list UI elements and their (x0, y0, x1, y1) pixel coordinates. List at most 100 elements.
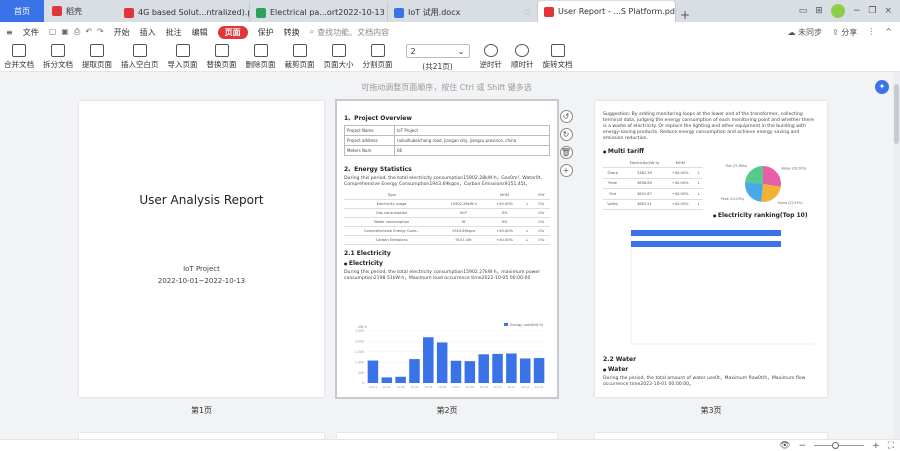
tab-home[interactable]: 首页 (0, 0, 44, 22)
share-button[interactable]: ⇪ 分享 (832, 27, 857, 38)
split-page-button[interactable]: 分割页面 (363, 42, 393, 70)
tab-doc-3[interactable]: IoT 试用.docx ♡ (388, 3, 538, 22)
menu-page[interactable]: 页面 (217, 25, 248, 39)
rotate-left-button[interactable]: 逆时针 (480, 42, 502, 70)
insert-blank-button[interactable]: 插入空白页 (121, 42, 159, 70)
tab-doc-2[interactable]: Electrical pa...ort2022-10-13 ♡ (250, 3, 388, 22)
collapse-icon[interactable]: ^ (885, 27, 892, 38)
extract-page-button[interactable]: 提取页面 (82, 42, 112, 70)
search-box[interactable]: ⌕ 查找功能、文档内容 (310, 27, 389, 38)
table-row: Sharp 3381.30 +40.00% ↓ (603, 167, 703, 179)
scrollbar-thumb[interactable] (894, 84, 899, 144)
y-tick-label: 2,500 (355, 329, 364, 333)
add-icon[interactable]: + (559, 164, 573, 177)
pie-slice (763, 166, 781, 187)
hamburger-icon[interactable]: ≡ (6, 28, 13, 37)
replace-icon (214, 44, 229, 57)
fullscreen-icon[interactable]: ⛶ (888, 441, 894, 451)
open-icon[interactable]: ▢ (49, 27, 57, 37)
table-cell: 0m³ (439, 208, 488, 218)
assistant-icon[interactable]: ✦ (875, 80, 889, 94)
table-row: Electricity usage 15902.28kW·h +40.00% ↓ 0% (344, 199, 550, 209)
table-row: Carbon Emissions 9151.45t +40.00% ↓ 0% (344, 235, 550, 245)
table-cell: Carbon Emissions (344, 235, 440, 245)
crop-page-label: 裁剪页面 (284, 60, 315, 69)
grid-icon[interactable]: ⊞ (815, 6, 823, 16)
share-label: 分享 (841, 27, 858, 37)
rotate-right-icon[interactable]: ↻ (559, 128, 573, 141)
table-cell: 0% (532, 226, 550, 236)
page-number-value: 2 (410, 46, 416, 56)
print-icon[interactable]: ⎙ (74, 27, 80, 37)
split-page-label: 分割页面 (362, 60, 393, 69)
page-thumbnail-3[interactable]: Suggestion: By adding monitoring loops a… (595, 101, 827, 397)
x-tick-label: 10-11 (507, 385, 515, 389)
table-cell: Gas consumption (344, 208, 440, 218)
sheet-icon (256, 7, 266, 18)
page-number-dropdown[interactable]: 2 ⌄ (405, 44, 470, 58)
page-size-button[interactable]: 页面大小 (324, 42, 354, 70)
undo-icon[interactable]: ↶ (85, 27, 92, 37)
chart-bar (436, 342, 448, 383)
zoom-slider[interactable] (814, 442, 865, 449)
zoom-out-button[interactable]: − (799, 441, 807, 451)
sync-label: 未同步 (798, 27, 823, 37)
table-cell: ↓ (693, 167, 703, 179)
page-thumbnail-1[interactable]: User Analysis Report IoT Project 2022-10… (79, 101, 324, 397)
menu-comment[interactable]: 批注 (166, 27, 182, 38)
table-cell (521, 208, 533, 218)
table-cell: Sharp (603, 167, 623, 179)
menu-file[interactable]: 文件 (23, 27, 39, 38)
electricity-bullet: Electricity (344, 260, 550, 267)
zoom-in-button[interactable]: + (872, 441, 880, 451)
rotate-right-button[interactable]: 顺时针 (511, 42, 534, 70)
menu-convert[interactable]: 转换 (284, 27, 300, 38)
menu-bar: ≡ 文件 ▢ ▣ ⎙ ↶ ↷ 开始 插入 批注 编辑 页面 保护 转换 ⌕ 查找… (0, 22, 900, 42)
pie-slice-label: Flat (21.86%) (726, 164, 748, 168)
x-tick-label: 10-09 (480, 385, 488, 389)
tab-daoke[interactable]: 稻壳 (44, 0, 118, 22)
pie-slice-label: Sharp (22.93%) (778, 201, 803, 205)
merge-doc-button[interactable]: 合并文档 (4, 42, 34, 70)
menu-edit[interactable]: 编辑 (192, 27, 208, 38)
redo-icon[interactable]: ↷ (97, 27, 104, 37)
report-dates: 2022-10-01~2022-10-13 (157, 277, 246, 285)
restore-icon[interactable]: ❐ (868, 6, 876, 16)
import-page-button[interactable]: 导入页面 (168, 42, 198, 70)
tab-doc-1[interactable]: 4G based Solut...ntralized).pdf × (118, 3, 250, 22)
menu-insert[interactable]: 插入 (140, 27, 156, 38)
rotate-left-icon[interactable]: ↺ (559, 110, 573, 123)
save-icon[interactable]: ▣ (61, 27, 69, 37)
page-thumbnail-2[interactable]: 1、Project Overview Project Name IoT Proje… (335, 99, 559, 399)
split-doc-button[interactable]: 拆分文档 (43, 42, 73, 70)
crop-page-button[interactable]: 裁剪页面 (285, 42, 315, 70)
page-size-label: 页面大小 (323, 60, 354, 69)
chart-bar (423, 337, 434, 383)
close-window-icon[interactable]: × (884, 6, 892, 16)
tab-doc-4[interactable]: User Report - ...S Platform.pdf × (538, 1, 676, 22)
sync-status[interactable]: ☁ 未同步 (788, 27, 823, 38)
pdf-icon (124, 7, 134, 18)
menu-protect[interactable]: 保护 (258, 27, 274, 38)
eye-icon[interactable]: 👁 (779, 441, 790, 451)
replace-page-button[interactable]: 替换页面 (207, 42, 237, 70)
pie-slice (745, 166, 763, 184)
more-icon[interactable]: ⋮ (867, 27, 875, 38)
menu-start[interactable]: 开始 (114, 27, 130, 38)
trash-icon[interactable]: 🗑 (559, 146, 573, 159)
pie-slice-label: Peak (24.23%) (721, 197, 744, 201)
vertical-scrollbar[interactable] (893, 72, 900, 439)
avatar[interactable] (830, 4, 845, 18)
table-cell: 0% (487, 208, 522, 218)
layout-icon[interactable]: ▭ (799, 6, 808, 16)
rotate-doc-button[interactable]: 旋转文档 (543, 42, 573, 70)
table-cell: ↓ (693, 188, 703, 200)
page-selector: 2 ⌄ (共21页) (405, 42, 470, 72)
chart-bar (395, 376, 406, 383)
x-tick-label: 10-04 (410, 385, 418, 389)
delete-page-button[interactable]: 删除页面 (246, 42, 276, 70)
zoom-slider-knob[interactable] (832, 442, 840, 449)
new-tab-button[interactable]: + (676, 8, 694, 22)
split-doc-label: 拆分文档 (43, 60, 73, 69)
minimize-icon[interactable]: − (853, 6, 861, 16)
